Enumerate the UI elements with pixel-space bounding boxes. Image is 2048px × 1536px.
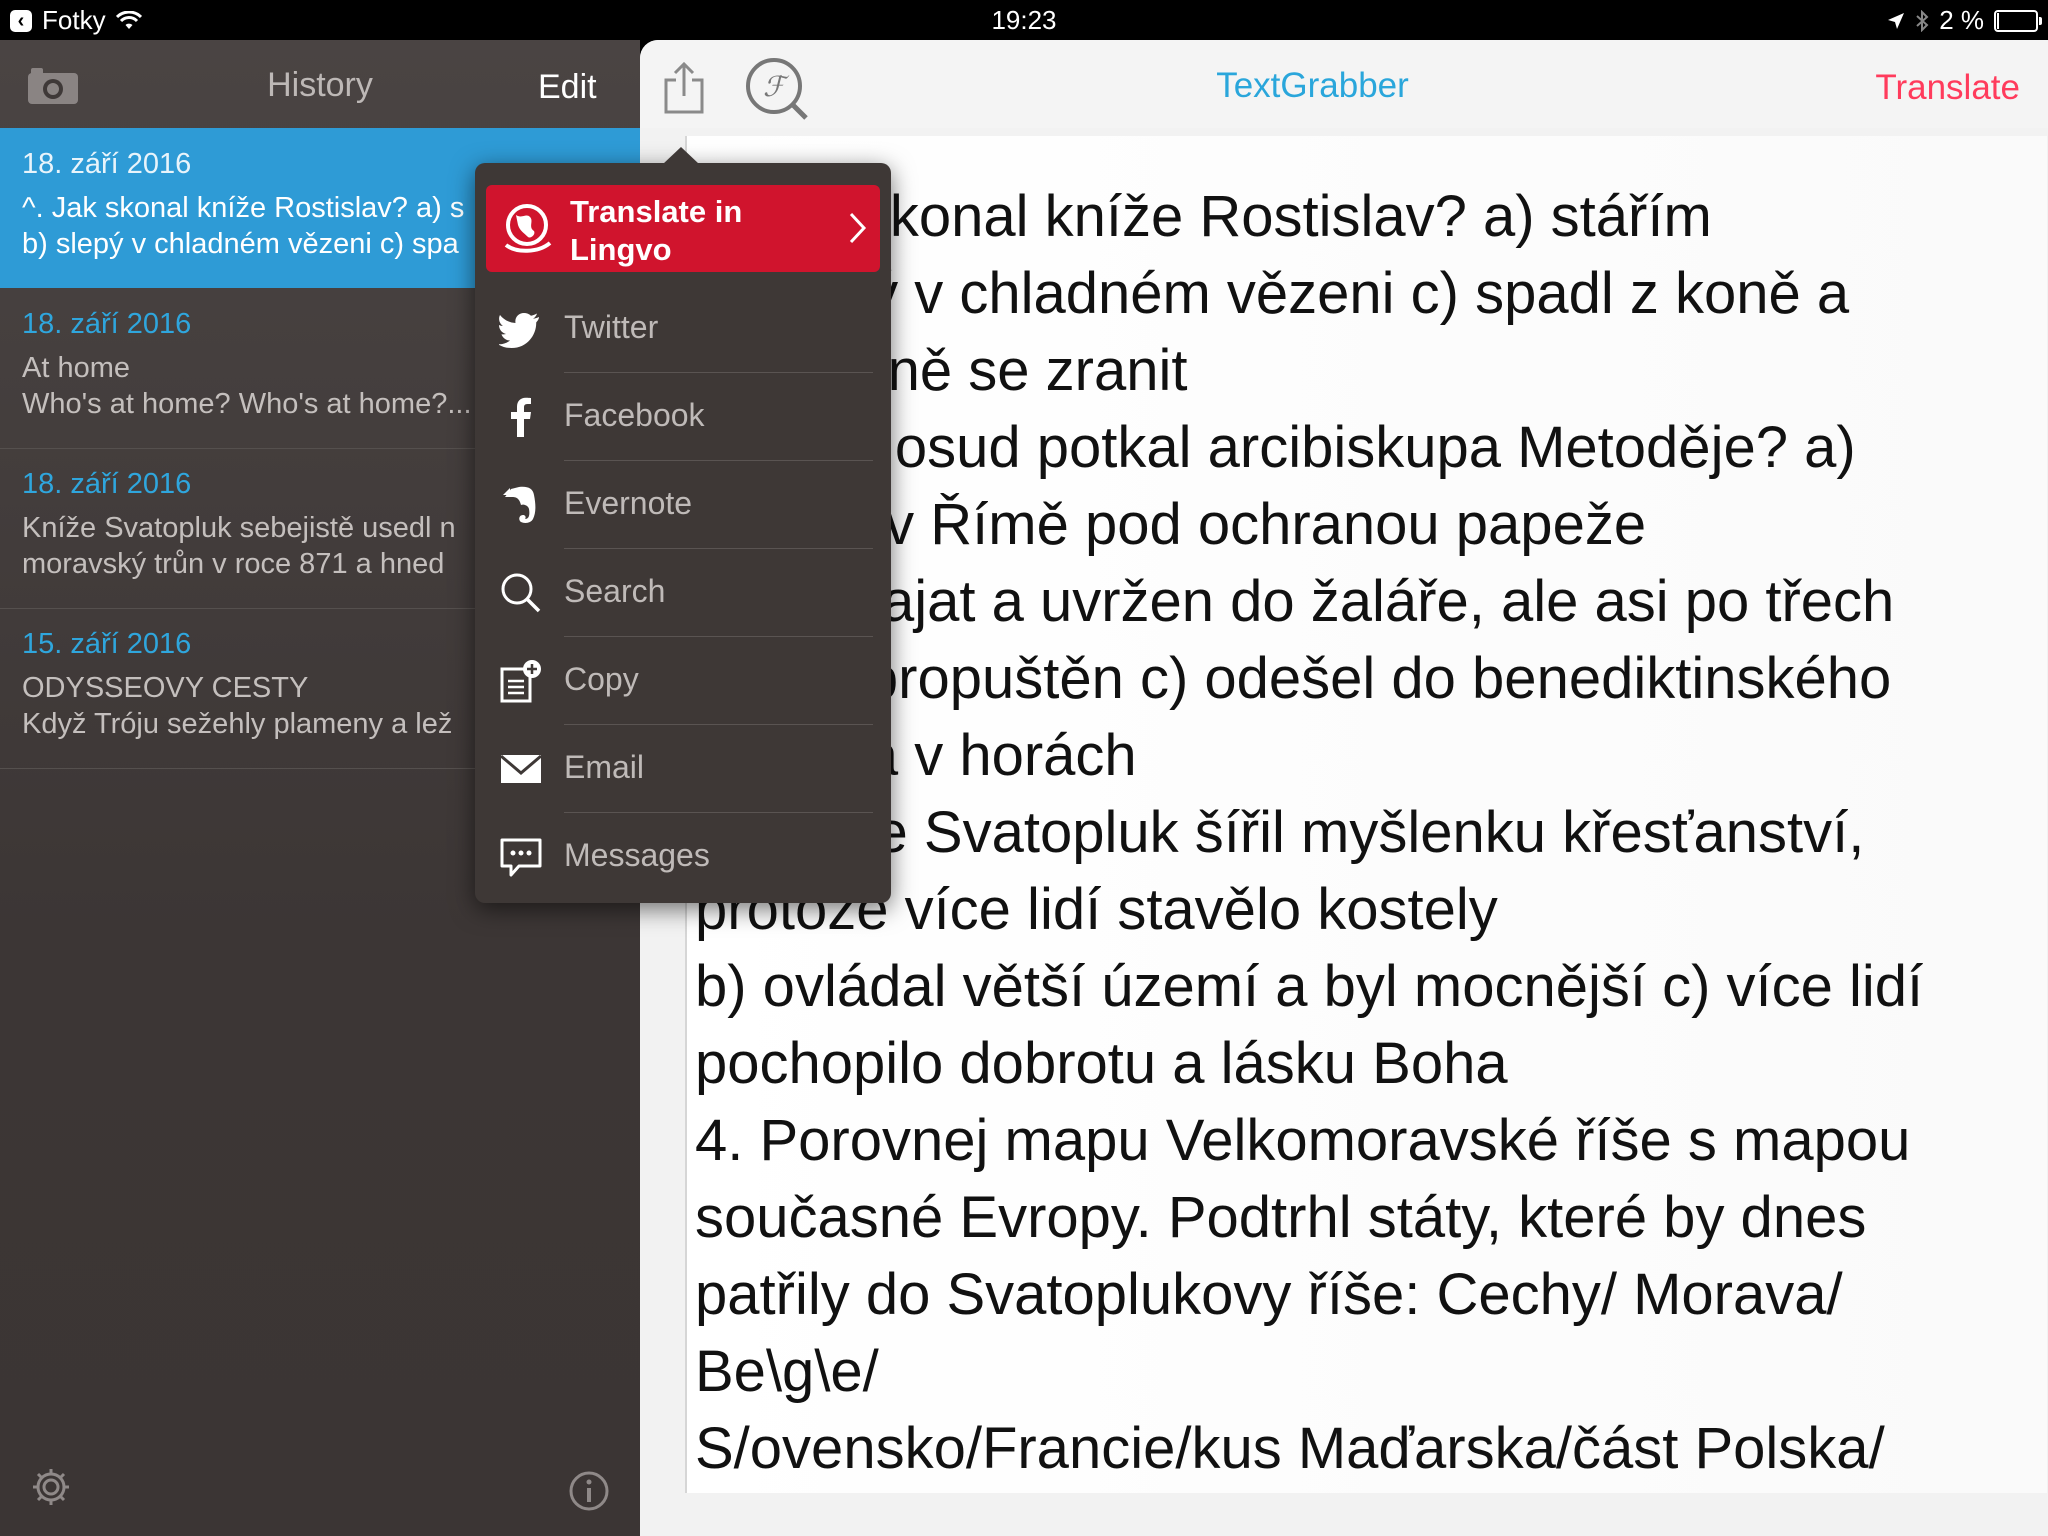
recognized-text-line[interactable]: pochopilo dobrotu a lásku Boha	[695, 1025, 2035, 1102]
history-item-line: ODYSSEOVY CESTY	[22, 672, 309, 704]
recognized-text-line[interactable]: současné Evropy. Podtrhl státy, které by…	[695, 1179, 2035, 1256]
messages-icon	[500, 838, 542, 877]
share-item-label: Facebook	[564, 397, 705, 433]
search-icon	[501, 573, 541, 613]
share-popover: Translate in Lingvo Twitter Facebook Eve…	[475, 147, 891, 903]
history-item-date: 18. září 2016	[22, 148, 192, 180]
share-item-label: Evernote	[564, 485, 693, 521]
share-item-search[interactable]: Search	[475, 549, 891, 637]
share-item-label: Search	[564, 573, 666, 609]
share-item-evernote[interactable]: Evernote	[475, 461, 891, 549]
translate-button[interactable]: Translate	[1875, 68, 2020, 108]
document-toolbar: ℱ TextGrabber Translate	[640, 40, 2048, 128]
recognized-text-line[interactable]: kláštera v horách	[695, 717, 2035, 794]
battery-percent: 2 %	[1939, 5, 1984, 35]
recognized-text-line[interactable]: zemřel v Římě pod ochranou papeže	[695, 486, 2035, 563]
sidebar-header: History Edit	[0, 40, 640, 128]
status-time: 19:23	[991, 5, 1057, 35]
share-item-messages[interactable]: Messages	[475, 813, 891, 901]
history-item-line: moravský trůn v roce 871 a hned	[22, 548, 445, 580]
share-item-label: Messages	[564, 837, 710, 873]
info-icon[interactable]	[568, 1470, 610, 1512]
share-item-facebook[interactable]: Facebook	[475, 373, 891, 461]
recognized-text-line[interactable]: protože více lidí stavělo kostely	[695, 871, 2035, 948]
share-item-label: Copy	[564, 661, 639, 697]
history-item-date: 18. září 2016	[22, 468, 192, 500]
history-item-line: ^. Jak skonal kníže Rostislav? a) s	[22, 192, 465, 224]
app-title: TextGrabber	[1216, 66, 1409, 105]
recognized-text-line[interactable]: letech propuštěn c) odešel do benediktin…	[695, 640, 2035, 717]
recognized-text-line[interactable]: b) slepý v chladném vězeni c) spadl z ko…	[695, 255, 2035, 332]
history-item-line: At home	[22, 352, 130, 384]
settings-gear-icon[interactable]	[30, 1466, 72, 1508]
evernote-icon	[503, 486, 536, 523]
battery-icon	[1994, 9, 2042, 32]
recognized-text-line[interactable]: Be\g\e/	[695, 1333, 2035, 1410]
recognized-text-line[interactable]: S/ovensko/Francie/kus Maďarska/část Pols…	[695, 1410, 2035, 1487]
history-item-line: b) slepý v chladném vězeni c) spa	[22, 228, 459, 260]
share-item-email[interactable]: Email	[475, 725, 891, 813]
recognized-text-line[interactable]: 2. Jaký osud potkal arcibiskupa Metoděje…	[695, 409, 2035, 486]
share-item-copy[interactable]: Copy	[475, 637, 891, 725]
history-item-line: Who's at home? Who's at home?...	[22, 388, 472, 420]
email-icon	[500, 754, 542, 783]
copy-icon	[500, 660, 541, 703]
recognized-text-line[interactable]: 4. Porovnej mapu Velkomoravské říše s ma…	[695, 1102, 2035, 1179]
history-item-date: 18. září 2016	[22, 308, 192, 340]
recognized-text-line[interactable]: b) ovládal větší území a byl mocnější c)…	[695, 948, 2035, 1025]
history-item-date: 15. září 2016	[22, 628, 192, 660]
history-item-line: Když Tróju sežehly plameny a lež	[22, 708, 453, 740]
recognized-text-line[interactable]: nešťastně se zranit	[695, 332, 2035, 409]
recognized-text-line[interactable]: 3. Kníže Svatopluk šířil myšlenku křesťa…	[695, 794, 2035, 871]
facebook-icon	[511, 397, 531, 437]
lingvo-globe-icon	[504, 204, 552, 253]
recognized-text-line[interactable]: b) byl zajat a uvržen do žaláře, ale asi…	[695, 563, 2035, 640]
chevron-right-icon	[849, 212, 867, 244]
edit-button[interactable]: Edit	[538, 68, 597, 107]
recognized-text[interactable]: ^. Jak skonal kníže Rostislav? a) stářím…	[695, 178, 2035, 1493]
recognized-text-line[interactable]: ^. Jak skonal kníže Rostislav? a) stářím	[695, 178, 2035, 255]
twitter-icon	[499, 313, 539, 348]
bluetooth-icon	[1916, 9, 1929, 32]
share-item-label: Email	[564, 749, 645, 785]
translate-in-lingvo-button[interactable]: Translate in Lingvo	[486, 185, 880, 272]
location-arrow-icon	[1888, 12, 1905, 29]
lingvo-label: Translate in Lingvo	[570, 194, 743, 267]
popover-arrow	[663, 147, 699, 164]
share-item-twitter[interactable]: Twitter	[475, 285, 891, 373]
status-bar: ‹ Fotky 19:23 2 %	[0, 0, 2048, 40]
history-item-line: Kníže Svatopluk sebejistě usedl n	[22, 512, 456, 544]
recognized-text-line[interactable]: patřily do Svatoplukovy říše: Cechy/ Mor…	[695, 1256, 2035, 1333]
recognized-text-line[interactable]: kus rakouska/část Ukrajiny	[695, 1487, 2035, 1493]
share-item-label: Twitter	[564, 309, 659, 345]
